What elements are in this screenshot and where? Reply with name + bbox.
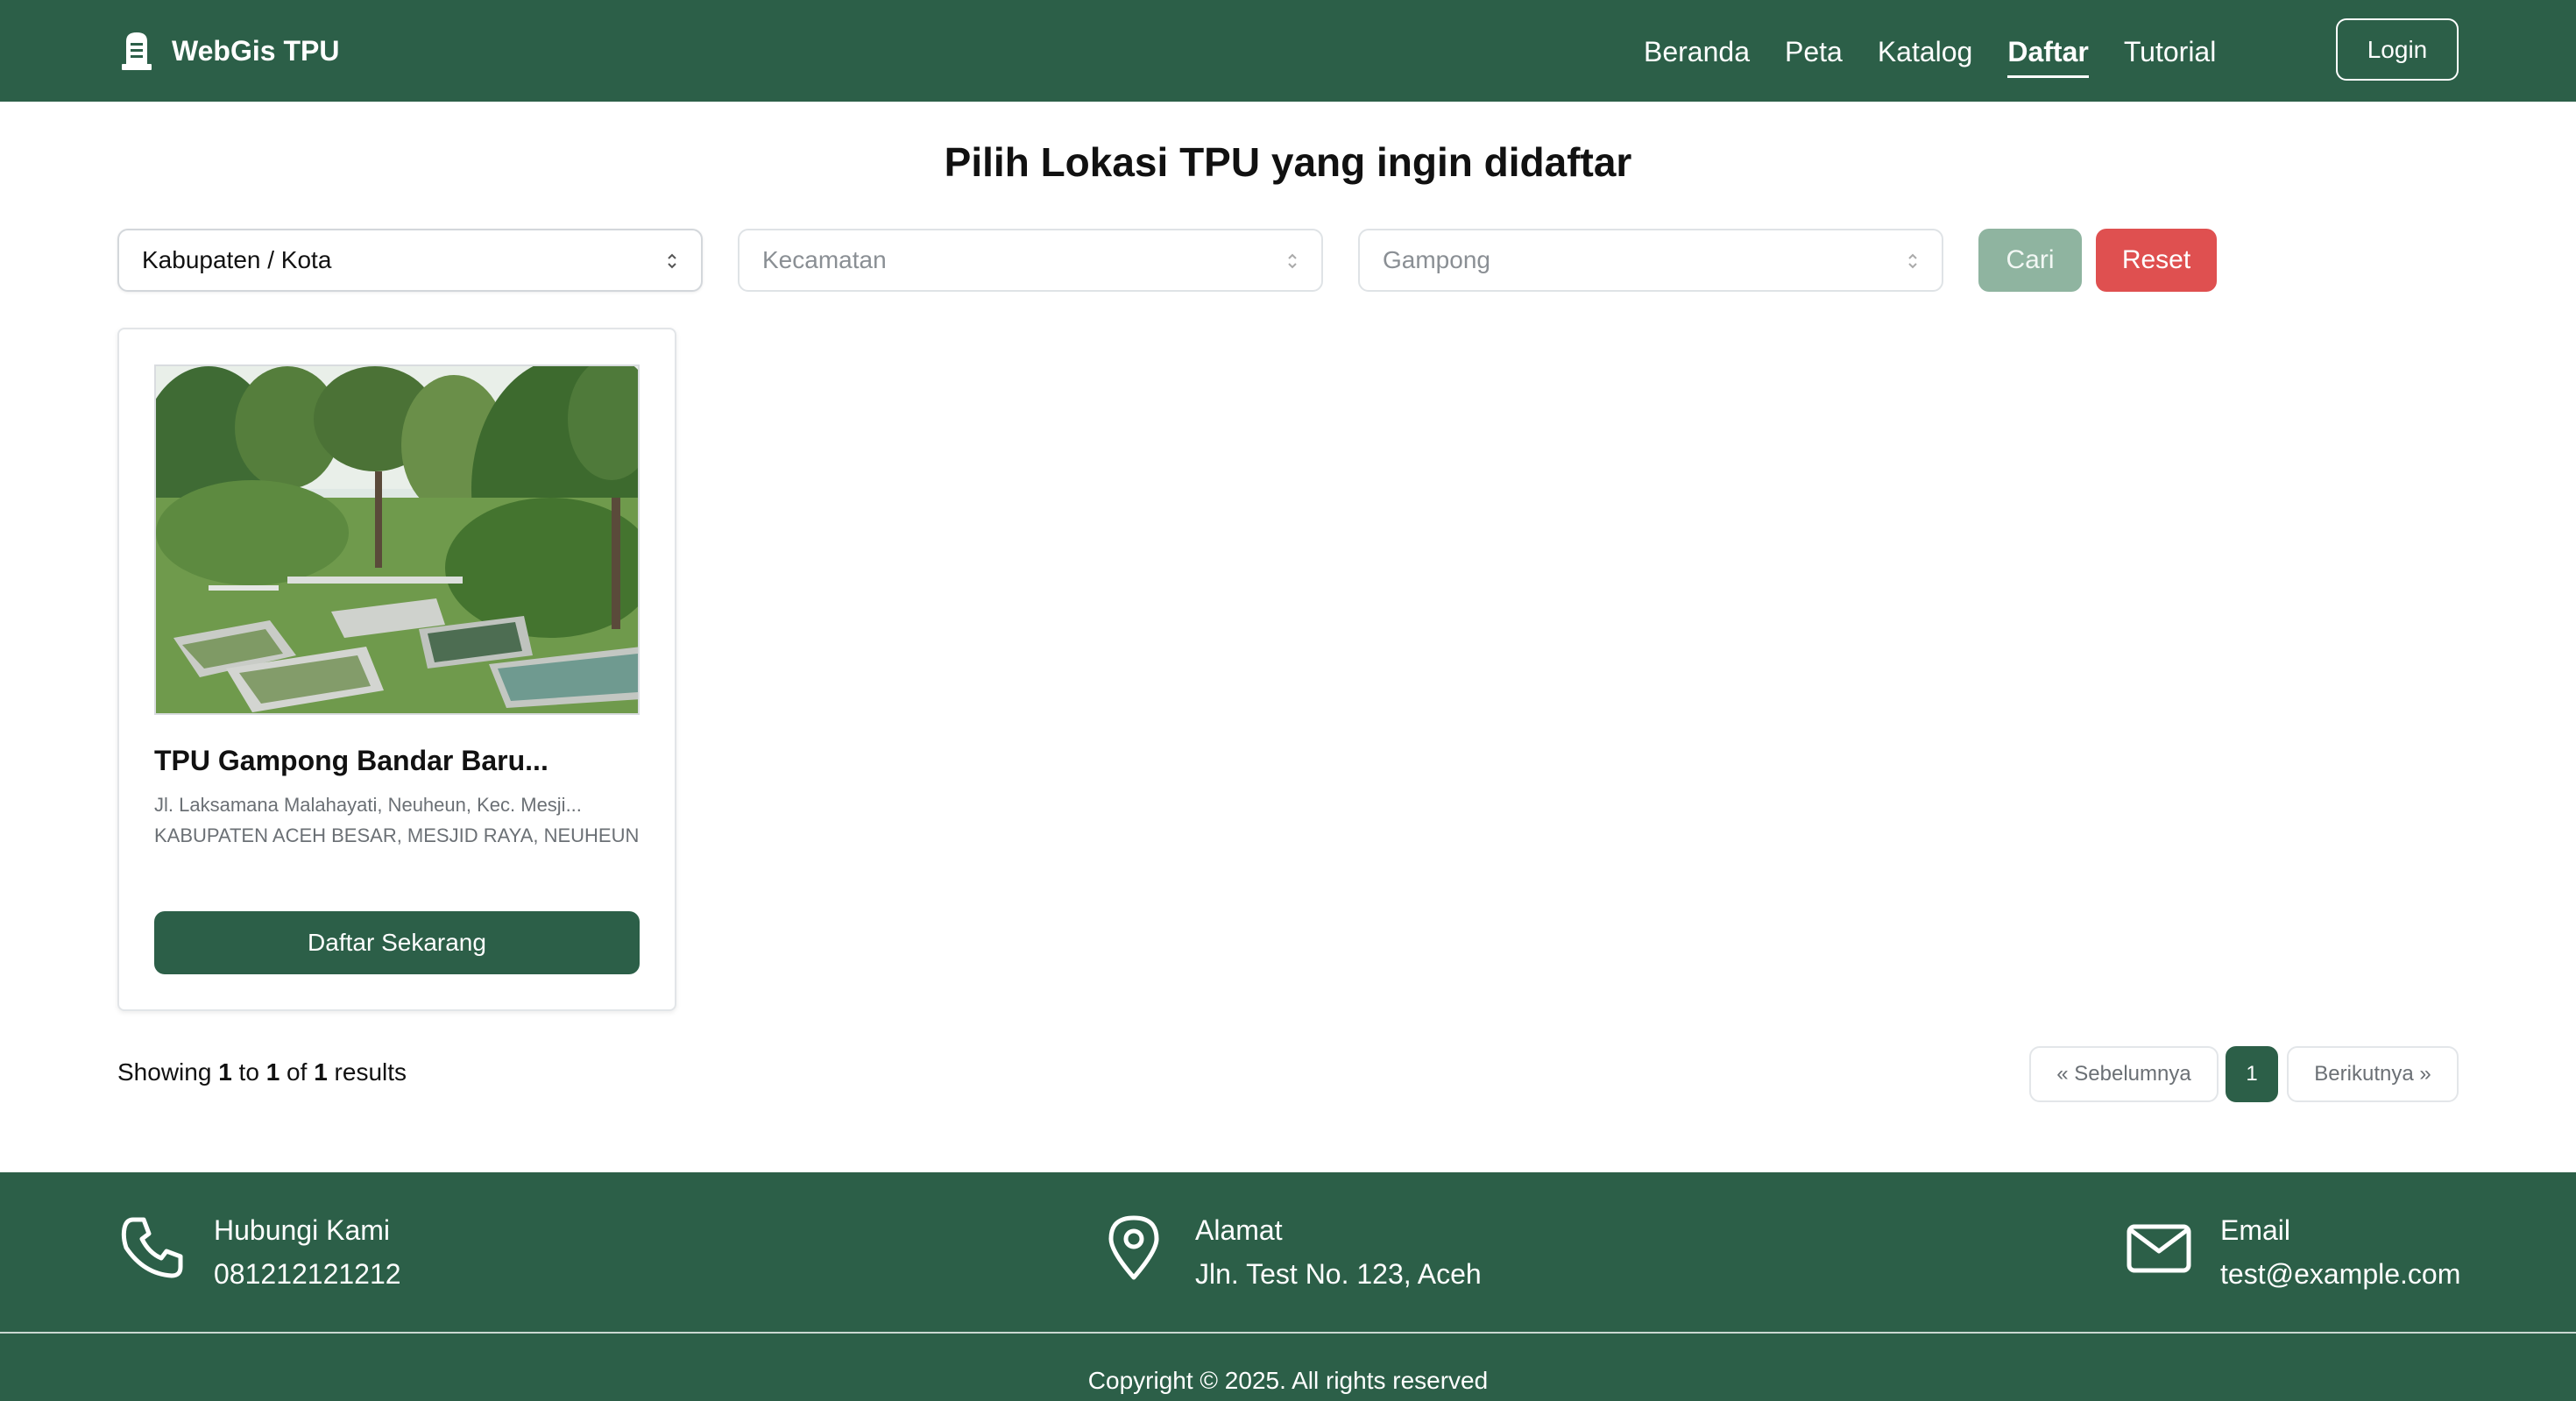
tpu-photo (154, 364, 640, 715)
nav-link-beranda[interactable]: Beranda (1644, 31, 1750, 73)
kecamatan-select-value: Kecamatan (762, 246, 887, 273)
chevron-updown-icon (668, 253, 676, 269)
brand-name: WebGis TPU (172, 34, 340, 67)
cari-button[interactable]: Cari (1978, 229, 2082, 292)
tombstone-icon (122, 32, 152, 70)
footer: Hubungi Kami 081212121212 Alamat Jln. Te… (0, 1172, 2576, 1401)
tpu-card-address-line1: Jl. Laksamana Malahayati, Neuheun, Kec. … (154, 794, 582, 816)
results-prefix: Showing (117, 1058, 212, 1086)
navbar: WebGis TPU Beranda Peta Katalog Daftar T… (0, 0, 2576, 102)
tpu-card: TPU Gampong Bandar Baru... Jl. Laksamana… (117, 328, 676, 1011)
footer-email-value[interactable]: test@example.com (2220, 1256, 2460, 1291)
results-summary: Showing 1 to 1 of 1 results (117, 1058, 407, 1086)
results-of-word: of (287, 1058, 308, 1086)
pagination-next[interactable]: Berikutnya » (2287, 1046, 2459, 1102)
location-pin-icon (1108, 1215, 1159, 1280)
kabupaten-select-value: Kabupaten / Kota (142, 246, 332, 273)
nav-link-katalog[interactable]: Katalog (1878, 31, 1973, 73)
footer-address-label: Alamat (1195, 1214, 1283, 1246)
phone-icon (121, 1217, 183, 1278)
nav-links: Beranda Peta Katalog Daftar Tutorial (1644, 30, 2217, 78)
login-button[interactable]: Login (2336, 18, 2459, 81)
pagination-page-1[interactable]: 1 (2226, 1046, 2278, 1102)
brand[interactable]: WebGis TPU (119, 28, 339, 74)
gampong-select[interactable]: Gampong (1358, 229, 1943, 292)
cemetery-photo-illustration (156, 366, 638, 713)
footer-contact-phone[interactable]: 081212121212 (214, 1256, 401, 1291)
nav-link-peta[interactable]: Peta (1785, 31, 1843, 73)
footer-email-label: Email (2220, 1214, 2291, 1246)
chevron-updown-icon (1908, 253, 1917, 269)
daftar-sekarang-button[interactable]: Daftar Sekarang (154, 911, 640, 974)
tpu-card-title: TPU Gampong Bandar Baru... (154, 745, 548, 776)
results-total: 1 (314, 1058, 328, 1086)
footer-contact: Hubungi Kami 081212121212 (117, 1213, 401, 1291)
results-suffix: results (334, 1058, 407, 1086)
footer-address: Alamat Jln. Test No. 123, Aceh (1099, 1213, 1482, 1291)
footer-email: Email test@example.com (2124, 1213, 2460, 1291)
results-from: 1 (218, 1058, 232, 1086)
results-to-word: to (238, 1058, 259, 1086)
copyright: Copyright © 2025. All rights reserved (1087, 1367, 1489, 1394)
kabupaten-select[interactable]: Kabupaten / Kota (117, 229, 703, 292)
footer-contact-label: Hubungi Kami (214, 1214, 390, 1246)
gampong-select-value: Gampong (1383, 246, 1490, 273)
pagination-prev[interactable]: « Sebelumnya (2029, 1046, 2219, 1102)
page-title: Pilih Lokasi TPU yang ingin didaftar (944, 139, 1632, 185)
nav-link-tutorial[interactable]: Tutorial (2124, 31, 2217, 73)
chevron-updown-icon (1288, 253, 1297, 269)
kecamatan-select[interactable]: Kecamatan (738, 229, 1323, 292)
nav-link-daftar[interactable]: Daftar (2007, 31, 2090, 78)
footer-divider (0, 1332, 2576, 1334)
mail-icon (2127, 1224, 2191, 1273)
footer-address-value: Jln. Test No. 123, Aceh (1195, 1258, 1482, 1290)
reset-button[interactable]: Reset (2096, 229, 2217, 292)
results-to: 1 (265, 1058, 280, 1086)
tpu-card-address-line2: KABUPATEN ACEH BESAR, MESJID RAYA, NEUHE… (154, 824, 640, 846)
